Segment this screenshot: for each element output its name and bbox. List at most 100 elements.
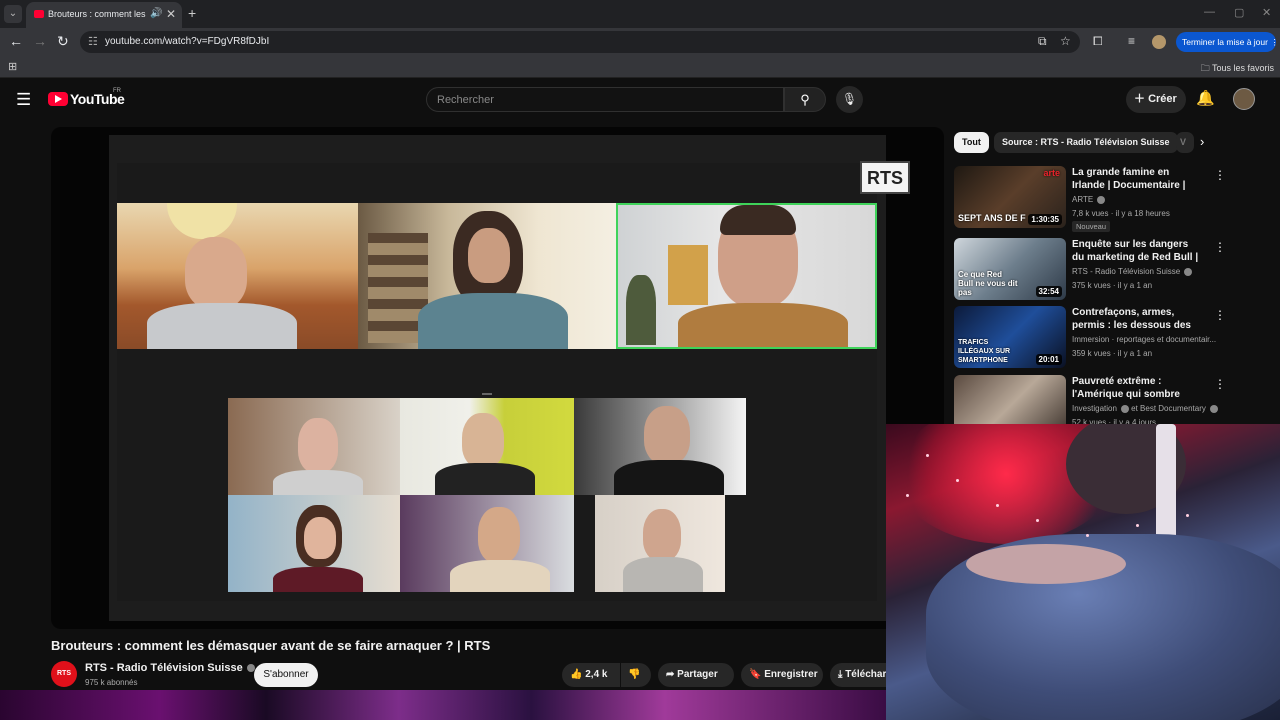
- participant-tile: [400, 398, 574, 495]
- microphone-icon: 🎙: [841, 92, 858, 106]
- recommendation-meta: 7,8 k vues · il y a 18 heures: [1072, 209, 1170, 218]
- verified-icon: [1097, 195, 1106, 204]
- participant-tile: [595, 495, 725, 592]
- participant-tile: [358, 203, 616, 349]
- youtube-logo-icon[interactable]: [48, 92, 68, 106]
- share-label: Partager: [677, 669, 718, 680]
- hamburger-menu-icon[interactable]: ☰: [16, 90, 31, 110]
- tab-list-chevron-icon[interactable]: ⌄: [4, 5, 22, 23]
- chevron-right-icon[interactable]: ›: [1200, 134, 1204, 149]
- download-label: Téléchar: [845, 669, 886, 680]
- chip-all[interactable]: Tout: [954, 132, 989, 153]
- channel-name[interactable]: RTS - Radio Télévision Suisse: [85, 662, 255, 674]
- recommendation-channel[interactable]: Immersion · reportages et documentair...: [1072, 335, 1222, 344]
- browser-tab-active[interactable]: Brouteurs : comment les dé 🔊 ✕: [26, 2, 182, 28]
- more-options-icon[interactable]: ⋮: [1214, 168, 1226, 182]
- drag-handle: [482, 393, 492, 395]
- participant-tile: [117, 203, 358, 349]
- background-desktop-strip: [0, 690, 886, 720]
- subscribe-button[interactable]: S'abonner: [254, 663, 318, 687]
- participant-tile-active-speaker: [616, 203, 877, 349]
- participant-tile: [400, 495, 574, 592]
- video-duration: 32:54: [1035, 286, 1062, 297]
- rts-watermark: RTS: [860, 161, 910, 194]
- search-button[interactable]: ⚲: [784, 87, 826, 112]
- browser-toolbar: ← → ↻ ☷ youtube.com/watch?v=FDgVR8fDJbI …: [0, 28, 1280, 56]
- recommendation-channel-extra: et Best Documentary: [1131, 404, 1206, 413]
- notifications-bell-icon[interactable]: 🔔: [1196, 89, 1215, 107]
- recommendation-channel[interactable]: ARTE: [1072, 195, 1222, 204]
- search-input[interactable]: Rechercher: [426, 87, 784, 112]
- new-badge: Nouveau: [1072, 221, 1111, 232]
- verified-icon: [1120, 404, 1129, 413]
- share-button[interactable]: ➦ Partager: [658, 663, 734, 687]
- update-label: Terminer la mise à jour: [1182, 37, 1268, 47]
- profile-avatar[interactable]: [1152, 35, 1166, 49]
- voice-search-button[interactable]: 🎙: [836, 86, 863, 113]
- address-bar[interactable]: ☷ youtube.com/watch?v=FDgVR8fDJbI ⧉ ☆: [80, 31, 1080, 53]
- video-thumbnail[interactable]: arte SEPT ANS DE F 1:30:35: [954, 166, 1066, 228]
- chip-source-rts[interactable]: Source : RTS - Radio Télévision Suisse: [994, 132, 1178, 153]
- bookmark-star-icon[interactable]: ☆: [1060, 34, 1071, 48]
- plus-icon: ＋: [1134, 93, 1145, 105]
- dislike-button[interactable]: 👎: [621, 663, 651, 687]
- chip-more[interactable]: V: [1176, 132, 1194, 153]
- thumbnail-brand: arte: [1043, 168, 1060, 178]
- speaker-icon[interactable]: 🔊: [150, 8, 162, 19]
- search-placeholder: Rechercher: [437, 94, 494, 106]
- window-close-icon[interactable]: ✕: [1262, 6, 1271, 19]
- recommendation-title[interactable]: Pauvreté extrême : l'Amérique qui sombre: [1072, 375, 1202, 402]
- download-icon: ⤓: [838, 669, 843, 680]
- more-options-icon[interactable]: ⋮: [1214, 240, 1226, 254]
- recommendation-item[interactable]: arte SEPT ANS DE F 1:30:35 La grande fam…: [954, 166, 1280, 232]
- like-count: 2,4 k: [585, 669, 608, 680]
- cast-icon[interactable]: ⧉: [1038, 34, 1047, 49]
- recommendation-item[interactable]: TRAFICS ILLÉGAUX SUR SMARTPHONE 20:01 Co…: [954, 306, 1280, 370]
- youtube-masthead: ☰ YouTube FR Rechercher ⚲ 🎙 ＋ Créer 🔔: [0, 80, 1280, 120]
- extensions-icon[interactable]: ⧠: [1093, 34, 1103, 49]
- streamer-webcam-overlay: [886, 424, 1280, 720]
- download-button[interactable]: ⤓ Téléchar: [830, 663, 886, 687]
- recommendation-channel[interactable]: RTS - Radio Télévision Suisse: [1072, 267, 1222, 276]
- apps-grid-icon[interactable]: ⊞: [8, 60, 17, 73]
- create-button[interactable]: ＋ Créer: [1126, 86, 1186, 113]
- thumbs-down-icon: 👎: [628, 669, 641, 680]
- more-options-icon[interactable]: ⋮: [1214, 377, 1226, 391]
- thumbs-up-icon: 👍: [570, 669, 583, 680]
- thumbnail-caption: SEPT ANS DE F: [958, 213, 1026, 223]
- recommendation-title[interactable]: La grande famine en Irlande | Documentai…: [1072, 166, 1202, 193]
- video-duration: 20:01: [1035, 354, 1062, 365]
- video-title: Brouteurs : comment les démasquer avant …: [51, 638, 491, 653]
- site-info-icon[interactable]: ☷: [88, 35, 98, 48]
- search-icon: ⚲: [800, 92, 810, 107]
- update-button[interactable]: Terminer la mise à jour ⋮: [1176, 32, 1279, 52]
- all-bookmarks-label: Tous les favoris: [1211, 63, 1274, 73]
- recommendation-title[interactable]: Contrefaçons, armes, permis : les dessou…: [1072, 306, 1202, 333]
- video-duration: 1:30:35: [1028, 214, 1062, 225]
- thumbnail-caption: Ce que Red Bull ne vous dit pas: [958, 270, 1018, 297]
- all-bookmarks-button[interactable]: 🗀 Tous les favoris: [1201, 61, 1274, 77]
- recommendation-channel[interactable]: Investigation et Best Documentary: [1072, 404, 1222, 413]
- more-options-icon[interactable]: ⋮: [1214, 308, 1226, 322]
- verified-icon: [1209, 404, 1218, 413]
- new-tab-icon[interactable]: +: [188, 5, 196, 21]
- video-thumbnail[interactable]: TRAFICS ILLÉGAUX SUR SMARTPHONE 20:01: [954, 306, 1066, 368]
- back-icon[interactable]: ←: [9, 33, 23, 49]
- share-icon: ➦: [666, 669, 675, 680]
- like-button[interactable]: 👍 2,4 k: [562, 663, 620, 687]
- save-button[interactable]: 🔖 Enregistrer: [741, 663, 823, 687]
- close-tab-icon[interactable]: ✕: [166, 7, 176, 21]
- forward-icon[interactable]: →: [33, 33, 47, 49]
- browser-tab-bar: ⌄ Brouteurs : comment les dé 🔊 ✕ + — ▢ ✕: [0, 0, 1280, 28]
- reading-list-icon[interactable]: ≡: [1128, 34, 1135, 48]
- recommendation-item[interactable]: Ce que Red Bull ne vous dit pas 32:54 En…: [954, 238, 1280, 302]
- recommendation-title[interactable]: Enquête sur les dangers du marketing de …: [1072, 238, 1202, 265]
- user-avatar[interactable]: [1233, 88, 1255, 110]
- subscriber-count: 975 k abonnés: [85, 678, 138, 687]
- channel-avatar[interactable]: RTS: [51, 661, 77, 687]
- minimize-icon[interactable]: —: [1204, 6, 1215, 18]
- participant-tile: [228, 398, 400, 495]
- reload-icon[interactable]: ↻: [57, 33, 69, 50]
- video-thumbnail[interactable]: Ce que Red Bull ne vous dit pas 32:54: [954, 238, 1066, 300]
- maximize-icon[interactable]: ▢: [1234, 6, 1244, 19]
